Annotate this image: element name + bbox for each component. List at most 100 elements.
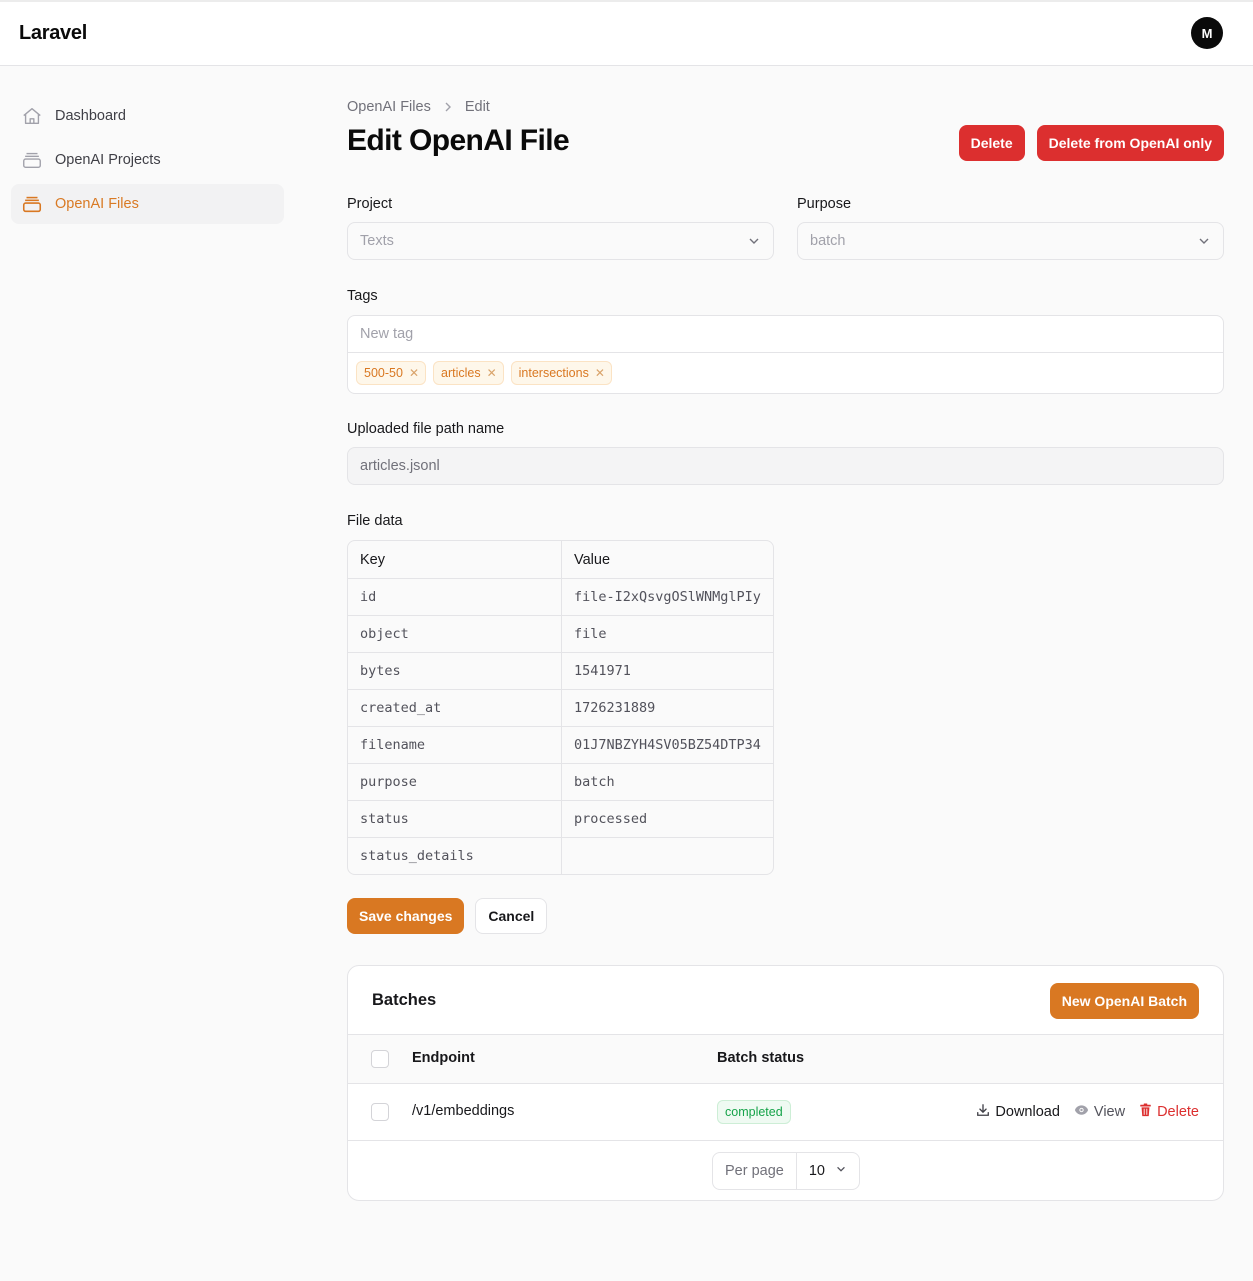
eye-icon (1074, 1103, 1089, 1121)
key-cell: purpose (348, 764, 562, 800)
uploaded-path-input[interactable]: articles.jsonl (347, 447, 1224, 485)
page-title: Edit OpenAI File (347, 124, 570, 157)
download-action[interactable]: Download (976, 1103, 1060, 1121)
value-cell[interactable]: file-I2xQsvgOSlWNMglPIy (562, 579, 773, 615)
file-data-row: created_at 1726231889 (348, 689, 773, 726)
view-action[interactable]: View (1074, 1103, 1125, 1121)
chevron-down-icon (835, 1163, 847, 1179)
view-label: View (1093, 1104, 1126, 1120)
chevron-right-icon (443, 100, 453, 115)
top-bar: Laravel M (0, 0, 1253, 66)
value-cell[interactable]: 01J7NBZYH4SV05BZ54DTP34 (562, 727, 773, 763)
key-cell: id (348, 579, 562, 615)
tag-label: 500-50 (364, 366, 403, 380)
select-all-checkbox[interactable] (371, 1050, 389, 1068)
chevron-down-icon (747, 234, 761, 252)
tag-label: articles (441, 366, 481, 380)
key-cell: filename (348, 727, 562, 763)
sidebar-item-label: OpenAI Files (55, 196, 139, 212)
remove-tag-icon[interactable]: ✕ (409, 366, 419, 380)
value-cell[interactable]: batch (562, 764, 773, 800)
brand-logo[interactable]: Laravel (19, 22, 87, 45)
batches-table-header: Endpoint Batch status (348, 1034, 1223, 1084)
value-cell[interactable]: 1726231889 (562, 690, 773, 726)
key-cell: status_details (348, 838, 562, 874)
project-label: Project (347, 196, 393, 212)
form-actions: Save changes Cancel (347, 898, 548, 934)
uploaded-path-field: Uploaded file path name articles.jsonl (347, 421, 1224, 485)
new-openai-batch-button[interactable]: New OpenAI Batch (1049, 983, 1199, 1019)
delete-button[interactable]: Delete (958, 125, 1025, 161)
project-field: Project Texts (347, 196, 774, 260)
tag-chip: 500-50 ✕ (356, 361, 426, 385)
table-row: /v1/embeddings completed Download View D… (348, 1084, 1223, 1141)
row-checkbox[interactable] (371, 1103, 389, 1121)
batches-title: Batches (372, 991, 437, 1009)
per-page-label: Per page (713, 1153, 797, 1189)
value-cell[interactable]: processed (562, 801, 773, 837)
per-page-select[interactable]: 10 (797, 1153, 859, 1189)
sidebar-item-label: Dashboard (55, 108, 126, 124)
file-data-header: Key Value (348, 541, 773, 578)
purpose-label: Purpose (797, 196, 852, 212)
breadcrumb: OpenAI Files Edit (347, 96, 1224, 118)
home-icon (21, 105, 43, 127)
file-data-row: object file (348, 615, 773, 652)
file-data-row: status processed (348, 800, 773, 837)
purpose-select[interactable]: batch (797, 222, 1224, 260)
file-data-row: status_details (348, 837, 773, 874)
key-cell: object (348, 616, 562, 652)
file-data-row: filename 01J7NBZYH4SV05BZ54DTP34 (348, 726, 773, 763)
file-data-row: purpose batch (348, 763, 773, 800)
value-header: Value (574, 551, 611, 568)
save-changes-button[interactable]: Save changes (347, 898, 465, 934)
row-actions: Download View Delete (976, 1103, 1199, 1121)
user-avatar[interactable]: M (1191, 17, 1223, 49)
per-page-control: Per page 10 (712, 1152, 860, 1190)
file-data-row: bytes 1541971 (348, 652, 773, 689)
project-value: Texts (360, 233, 394, 249)
key-header: Key (348, 541, 562, 578)
endpoint-cell: /v1/embeddings (412, 1103, 515, 1119)
sidebar-item-dashboard[interactable]: Dashboard (11, 96, 284, 136)
purpose-field: Purpose batch (797, 196, 1224, 260)
new-tag-input[interactable]: New tag (348, 316, 1223, 353)
tag-chip: intersections ✕ (510, 361, 612, 385)
breadcrumb-parent-link[interactable]: OpenAI Files (347, 99, 431, 115)
tags-label: Tags (347, 288, 378, 304)
status-column-header[interactable]: Batch status (717, 1050, 804, 1066)
key-cell: created_at (348, 690, 562, 726)
per-page-value: 10 (808, 1163, 825, 1179)
download-icon (976, 1103, 990, 1121)
cancel-button[interactable]: Cancel (475, 898, 548, 934)
sidebar-item-openai-files[interactable]: OpenAI Files (11, 184, 284, 224)
tag-chip: articles ✕ (433, 361, 504, 385)
remove-tag-icon[interactable]: ✕ (487, 366, 497, 380)
tags-box: New tag 500-50 ✕ articles ✕ intersection… (347, 315, 1224, 394)
sidebar-item-label: OpenAI Projects (55, 152, 161, 168)
stack-icon (21, 149, 43, 171)
file-data-table: Key Value id file-I2xQsvgOSlWNMglPIy obj… (347, 540, 774, 875)
sidebar-item-openai-projects[interactable]: OpenAI Projects (11, 140, 284, 180)
remove-tag-icon[interactable]: ✕ (595, 366, 605, 380)
project-select[interactable]: Texts (347, 222, 774, 260)
status-badge: completed (717, 1100, 791, 1124)
tags-list: 500-50 ✕ articles ✕ intersections ✕ (348, 353, 1223, 393)
stack-icon (21, 193, 43, 215)
breadcrumb-current: Edit (464, 99, 490, 115)
trash-icon (1139, 1103, 1152, 1121)
key-cell: bytes (348, 653, 562, 689)
file-data-field: File data Key Value id file-I2xQsvgOSlWN… (347, 513, 774, 875)
delete-action[interactable]: Delete (1139, 1103, 1199, 1121)
chevron-down-icon (1197, 234, 1211, 252)
file-data-row: id file-I2xQsvgOSlWNMglPIy (348, 578, 773, 615)
uploaded-path-label: Uploaded file path name (347, 421, 505, 437)
value-cell[interactable]: file (562, 616, 773, 652)
delete-from-openai-button[interactable]: Delete from OpenAI only (1036, 125, 1224, 161)
value-cell[interactable] (562, 838, 773, 874)
key-cell: status (348, 801, 562, 837)
endpoint-column-header[interactable]: Endpoint (412, 1050, 475, 1066)
delete-label: Delete (1157, 1104, 1199, 1120)
value-cell[interactable]: 1541971 (562, 653, 773, 689)
file-data-label: File data (347, 513, 403, 529)
